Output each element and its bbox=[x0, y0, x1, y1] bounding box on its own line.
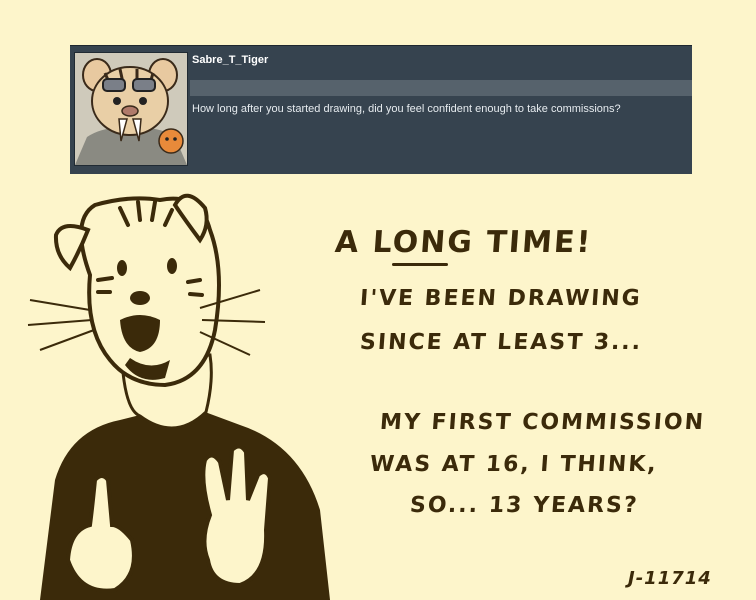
header-bar bbox=[190, 80, 692, 96]
avatar[interactable] bbox=[74, 52, 188, 166]
artist-signature: J-11714 bbox=[628, 568, 712, 589]
emphasis-underline bbox=[392, 263, 448, 266]
answer-line-2: I'VE BEEN DRAWING bbox=[359, 286, 643, 311]
question-text: How long after you started drawing, did … bbox=[192, 103, 621, 115]
ask-box: Sabre_T_Tiger How long after you started… bbox=[70, 45, 692, 174]
tiger-drawing bbox=[27, 193, 330, 600]
answer-line-6: SO... 13 YEARS? bbox=[409, 493, 640, 518]
answer-line-5: WAS AT 16, I THINK, bbox=[369, 452, 659, 477]
answer-line-3: SINCE AT LEAST 3... bbox=[359, 330, 644, 355]
answer-line-4: MY FIRST COMMISSION bbox=[379, 410, 706, 435]
tiger-avatar-icon bbox=[75, 53, 187, 165]
answer-line-1: A LONG TIME! bbox=[333, 225, 594, 260]
asker-username[interactable]: Sabre_T_Tiger bbox=[192, 54, 268, 66]
